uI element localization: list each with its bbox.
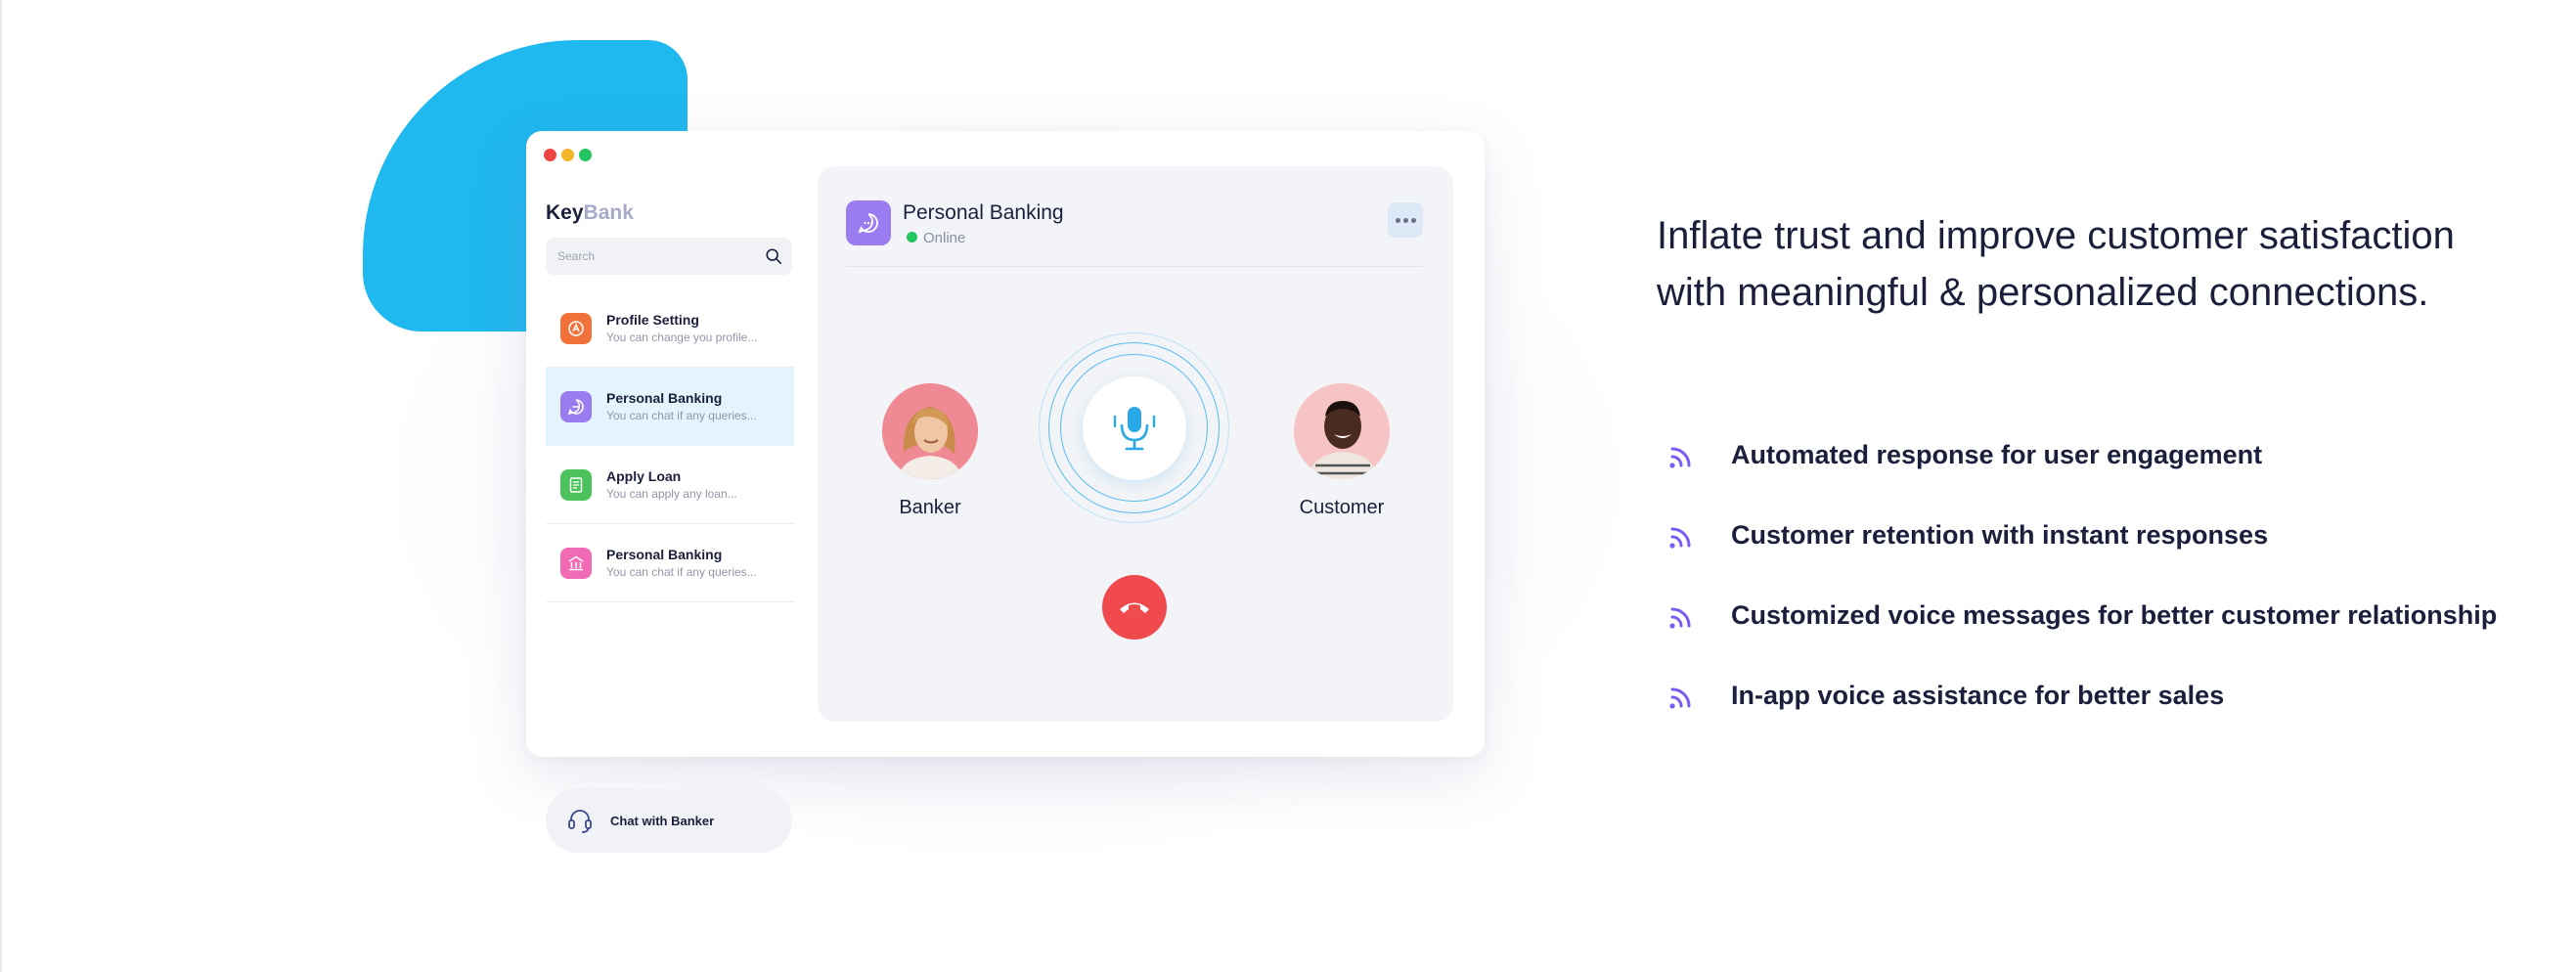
feature-item: Customer retention with instant response… bbox=[1657, 512, 2576, 593]
feature-item: Customized voice messages for better cus… bbox=[1657, 593, 2576, 673]
online-status-text: Online bbox=[923, 230, 966, 246]
feature-text: In-app voice assistance for better sales bbox=[1731, 681, 2225, 710]
feature-list: Automated response for user engagement C… bbox=[1657, 432, 2576, 753]
microphone-icon bbox=[1113, 407, 1156, 451]
voice-waves-icon bbox=[1669, 527, 1691, 549]
close-window-button[interactable] bbox=[544, 149, 556, 161]
call-title: Personal Banking bbox=[903, 201, 1064, 224]
minimize-window-button[interactable] bbox=[561, 149, 574, 161]
feature-item: Automated response for user engagement bbox=[1657, 432, 2576, 512]
phone-hangup-icon bbox=[1120, 602, 1149, 613]
more-dot bbox=[1395, 217, 1400, 223]
chat-bubble-icon bbox=[846, 200, 891, 245]
sidebar-item-title: Personal Banking bbox=[606, 390, 723, 406]
search-icon[interactable] bbox=[765, 247, 782, 265]
sidebar-menu: Profile Setting You can change you profi… bbox=[546, 289, 794, 602]
marketing-headline: Inflate trust and improve customer satis… bbox=[1657, 214, 2455, 314]
voice-waves-icon bbox=[1669, 447, 1691, 468]
logo-bank-text: Bank bbox=[583, 201, 634, 224]
sidebar-item-title: Apply Loan bbox=[606, 468, 682, 484]
feature-text: Customized voice messages for better cus… bbox=[1731, 600, 2498, 630]
voice-waves-icon bbox=[1669, 607, 1691, 629]
sidebar-item-title: Personal Banking bbox=[606, 547, 723, 562]
bank-building-icon bbox=[560, 548, 592, 579]
chat-with-banker-label: Chat with Banker bbox=[610, 814, 715, 828]
sidebar-item-apply-loan[interactable]: Apply Loan You can apply any loan... bbox=[546, 446, 794, 524]
call-panel: Personal Banking Online Banker Customer bbox=[818, 166, 1453, 722]
search-input[interactable]: Search bbox=[546, 238, 792, 275]
sidebar-item-subtitle: You can chat if any queries... bbox=[606, 565, 757, 579]
hangup-button[interactable] bbox=[1102, 575, 1167, 640]
app-logo: KeyBank bbox=[546, 201, 634, 225]
window-controls bbox=[544, 149, 592, 161]
customer-label: Customer bbox=[1299, 497, 1385, 518]
maximize-window-button[interactable] bbox=[579, 149, 592, 161]
profile-icon bbox=[560, 313, 592, 344]
sidebar-item-subtitle: You can apply any loan... bbox=[606, 487, 737, 501]
search-placeholder: Search bbox=[557, 249, 596, 263]
page-edge bbox=[0, 0, 2, 972]
sidebar-item-title: Profile Setting bbox=[606, 312, 699, 328]
sidebar-item-subtitle: You can chat if any queries... bbox=[606, 409, 757, 422]
sidebar-item-personal-banking-2[interactable]: Personal Banking You can chat if any que… bbox=[546, 524, 794, 602]
banker-avatar bbox=[882, 383, 978, 479]
feature-item: In-app voice assistance for better sales bbox=[1657, 673, 2576, 753]
mic-core[interactable] bbox=[1083, 376, 1186, 480]
app-window: KeyBank Search Profile Setting You can c… bbox=[526, 131, 1485, 853]
voice-waves-icon bbox=[1669, 687, 1691, 709]
more-dot bbox=[1410, 217, 1416, 223]
document-icon bbox=[560, 469, 592, 501]
online-status: Online bbox=[907, 230, 965, 246]
microphone-control[interactable] bbox=[1039, 332, 1230, 524]
customer-avatar bbox=[1294, 383, 1390, 479]
sidebar-item-subtitle: You can change you profile... bbox=[606, 331, 758, 344]
feature-text: Automated response for user engagement bbox=[1731, 440, 2263, 469]
header-divider bbox=[846, 266, 1423, 267]
more-dot bbox=[1402, 217, 1408, 223]
more-options-button[interactable] bbox=[1388, 202, 1423, 238]
sidebar: KeyBank Search Profile Setting You can c… bbox=[546, 190, 794, 853]
feature-text: Customer retention with instant response… bbox=[1731, 520, 2269, 550]
chat-with-banker-button[interactable]: Chat with Banker bbox=[546, 788, 792, 853]
chat-bubble-icon bbox=[560, 391, 592, 422]
logo-key-text: Key bbox=[546, 201, 584, 224]
banker-label: Banker bbox=[899, 497, 961, 518]
online-dot bbox=[907, 232, 917, 243]
sidebar-item-profile-setting[interactable]: Profile Setting You can change you profi… bbox=[546, 289, 794, 368]
sidebar-item-personal-banking[interactable]: Personal Banking You can chat if any que… bbox=[546, 368, 794, 446]
headset-icon bbox=[568, 810, 592, 833]
